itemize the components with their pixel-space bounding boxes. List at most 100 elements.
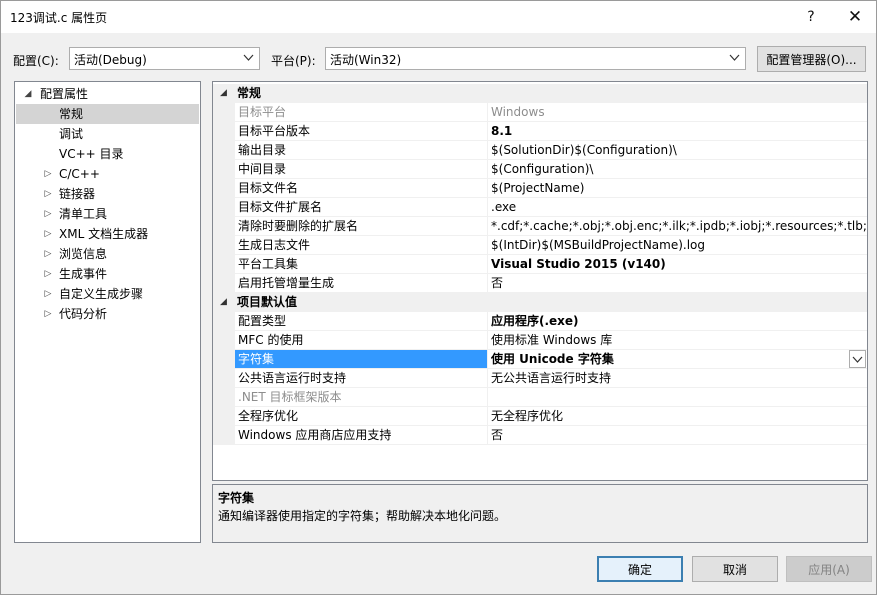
property-value[interactable]: Windows [488,103,867,122]
property-value-text: Visual Studio 2015 (v140) [491,257,666,271]
row-gutter [213,217,235,236]
property-value-text: 否 [491,428,503,442]
tree-item-label: 常规 [59,104,83,124]
collapse-arrow-icon[interactable]: ◢ [220,293,227,312]
tree-item-custom-build-step[interactable]: ▷ 自定义生成步骤 [15,284,200,304]
close-button[interactable]: ✕ [833,1,877,33]
tree-item-xml-doc-generator[interactable]: ▷ XML 文档生成器 [15,224,200,244]
section-header-project-defaults[interactable]: ◢ 项目默认值 [213,293,867,312]
property-row[interactable]: 生成日志文件$(IntDir)$(MSBuildProjectName).log [213,236,867,255]
expand-arrow-icon[interactable]: ▷ [43,164,53,184]
row-gutter [213,179,235,198]
property-value[interactable]: 无公共语言运行时支持 [488,369,867,388]
help-button[interactable]: ? [789,1,833,33]
property-row[interactable]: 清除时要删除的扩展名*.cdf;*.cache;*.obj;*.obj.enc;… [213,217,867,236]
row-gutter [213,255,235,274]
expand-arrow-icon[interactable]: ▷ [43,224,53,244]
property-row[interactable]: 目标文件扩展名.exe [213,198,867,217]
property-value[interactable]: 否 [488,274,867,293]
tree-item-label: VC++ 目录 [59,144,124,164]
tree-item-code-analysis[interactable]: ▷ 代码分析 [15,304,200,324]
description-panel: 字符集 通知编译器使用指定的字符集；帮助解决本地化问题。 [212,484,868,543]
expand-arrow-icon[interactable]: ▷ [43,304,53,324]
row-gutter [213,388,235,407]
section-header-general[interactable]: ◢ 常规 [213,84,867,103]
property-value[interactable]: 8.1 [488,122,867,141]
ok-button[interactable]: 确定 [597,556,683,582]
tree-item-label: 调试 [59,124,83,144]
collapse-arrow-icon[interactable]: ◢ [220,84,227,103]
property-value[interactable]: 使用标准 Windows 库 [488,331,867,350]
cancel-button[interactable]: 取消 [692,556,778,582]
property-value[interactable]: $(IntDir)$(MSBuildProjectName).log [488,236,867,255]
property-value[interactable]: 应用程序(.exe) [488,312,867,331]
expand-arrow-icon[interactable]: ▷ [43,184,53,204]
property-name: 目标文件名 [235,179,488,198]
property-row[interactable]: 中间目录$(Configuration)\ [213,160,867,179]
configuration-manager-button[interactable]: 配置管理器(O)... [757,46,866,72]
tree-item-debugging[interactable]: 调试 [15,124,200,144]
configuration-combo[interactable]: 活动(Debug) [69,47,260,70]
tree-item-label: 浏览信息 [59,244,107,264]
chevron-down-icon [729,52,740,63]
tree-item-manifest-tool[interactable]: ▷ 清单工具 [15,204,200,224]
tree-item-label: 清单工具 [59,204,107,224]
property-row[interactable]: 配置类型应用程序(.exe) [213,312,867,331]
property-row[interactable]: MFC 的使用使用标准 Windows 库 [213,331,867,350]
property-value-text: 无公共语言运行时支持 [491,371,611,385]
configuration-value: 活动(Debug) [74,53,147,67]
property-row[interactable]: 启用托管增量生成否 [213,274,867,293]
property-row[interactable]: 字符集使用 Unicode 字符集 [213,350,867,369]
property-row[interactable]: 输出目录$(SolutionDir)$(Configuration)\ [213,141,867,160]
property-value[interactable]: $(Configuration)\ [488,160,867,179]
property-value[interactable]: $(SolutionDir)$(Configuration)\ [488,141,867,160]
property-row[interactable]: 公共语言运行时支持无公共语言运行时支持 [213,369,867,388]
expand-arrow-icon[interactable]: ▷ [43,204,53,224]
property-row[interactable]: Windows 应用商店应用支持否 [213,426,867,445]
expand-arrow-icon[interactable]: ▷ [43,244,53,264]
property-value-text: .exe [491,200,516,214]
property-row[interactable]: 目标平台版本8.1 [213,122,867,141]
window-title: 123调试.c 属性页 [10,9,107,26]
property-row[interactable]: 目标文件名$(ProjectName) [213,179,867,198]
property-name: 全程序优化 [235,407,488,426]
tree-item-build-events[interactable]: ▷ 生成事件 [15,264,200,284]
collapse-arrow-icon[interactable]: ◢ [23,84,33,104]
property-value[interactable]: *.cdf;*.cache;*.obj;*.obj.enc;*.ilk;*.ip… [488,217,867,236]
row-gutter [213,198,235,217]
value-dropdown-button[interactable] [849,350,866,368]
apply-button[interactable]: 应用(A) [786,556,872,582]
property-name: 目标平台 [235,103,488,122]
tree-item-vc-directories[interactable]: VC++ 目录 [15,144,200,164]
property-value[interactable]: $(ProjectName) [488,179,867,198]
property-value[interactable]: Visual Studio 2015 (v140) [488,255,867,274]
platform-combo[interactable]: 活动(Win32) [325,47,746,70]
expand-arrow-icon[interactable]: ▷ [43,284,53,304]
property-value-text: 8.1 [491,124,512,138]
configuration-label: 配置(C): [13,52,59,69]
property-row[interactable]: 目标平台Windows [213,103,867,122]
property-grid: ◢ 常规 目标平台Windows目标平台版本8.1输出目录$(SolutionD… [212,81,868,481]
property-value[interactable] [488,388,867,407]
property-name: 配置类型 [235,312,488,331]
tree-item-c-cpp[interactable]: ▷ C/C++ [15,164,200,184]
property-row[interactable]: 平台工具集Visual Studio 2015 (v140) [213,255,867,274]
property-value[interactable]: .exe [488,198,867,217]
property-row[interactable]: .NET 目标框架版本 [213,388,867,407]
tree-item-label: 生成事件 [59,264,107,284]
property-row[interactable]: 全程序优化无全程序优化 [213,407,867,426]
tree-item-general[interactable]: 常规 [16,104,199,124]
property-name: 启用托管增量生成 [235,274,488,293]
property-value[interactable]: 使用 Unicode 字符集 [488,350,867,369]
property-value[interactable]: 否 [488,426,867,445]
property-value-text: 使用标准 Windows 库 [491,333,612,347]
tree-item-linker[interactable]: ▷ 链接器 [15,184,200,204]
tree-item-browse-info[interactable]: ▷ 浏览信息 [15,244,200,264]
property-name: 公共语言运行时支持 [235,369,488,388]
property-value[interactable]: 无全程序优化 [488,407,867,426]
expand-arrow-icon[interactable]: ▷ [43,264,53,284]
chevron-down-icon [243,52,254,63]
tree-item-config-properties[interactable]: ◢ 配置属性 [15,84,200,104]
property-value-text: Windows [491,105,545,119]
section-title: 项目默认值 [237,293,297,312]
